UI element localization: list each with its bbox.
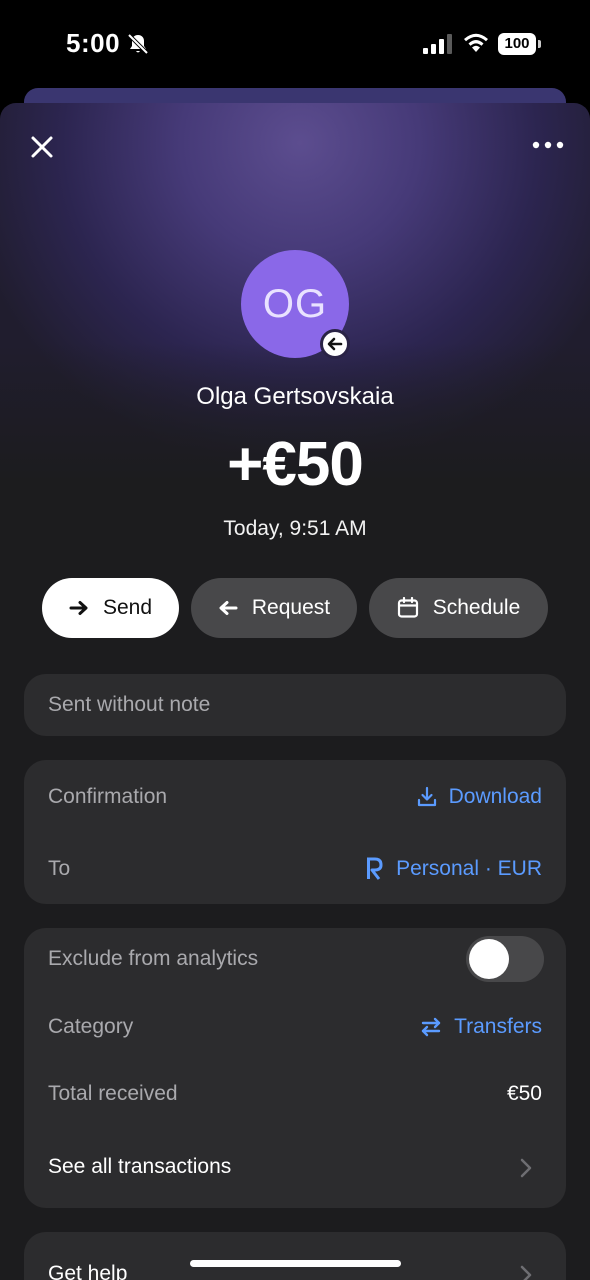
wifi-icon: [464, 33, 488, 52]
category-link[interactable]: Transfers: [420, 1015, 542, 1039]
get-help-card[interactable]: Get help: [24, 1232, 566, 1280]
get-help-label: Get help: [48, 1262, 128, 1280]
see-all-transactions-link[interactable]: See all transactions: [48, 1155, 231, 1179]
total-received-value: €50: [506, 1082, 542, 1105]
category-label: Category: [48, 1015, 134, 1038]
download-label: Download: [448, 785, 542, 808]
note-text: Sent without note: [48, 693, 211, 716]
transfer-arrows-icon: [421, 1017, 441, 1037]
confirmation-label: Confirmation: [48, 785, 168, 808]
download-link[interactable]: Download: [417, 785, 542, 809]
transaction-timestamp: Today, 9:51 AM: [223, 517, 367, 540]
revolut-logo-icon: [367, 857, 383, 880]
home-indicator[interactable]: [190, 1260, 401, 1267]
status-time: 5:00: [66, 28, 121, 58]
send-button-label: Send: [102, 596, 153, 619]
send-button[interactable]: Send: [42, 578, 179, 638]
status-bar: 5:00 100: [0, 0, 590, 88]
battery-level: 100: [498, 33, 536, 55]
to-label: To: [48, 857, 71, 880]
arrow-left-icon: [320, 329, 350, 359]
battery-nub: [538, 40, 541, 48]
request-button-label: Request: [251, 596, 331, 619]
calendar-icon: [397, 597, 418, 618]
category-value: Transfers: [454, 1015, 542, 1038]
signal-icon: [423, 34, 452, 54]
download-icon: [417, 786, 436, 807]
arrow-right-icon: [69, 601, 88, 615]
arrow-left-icon: [219, 601, 238, 615]
total-received-label: Total received: [48, 1082, 178, 1105]
schedule-button-label: Schedule: [432, 596, 521, 619]
to-account-link[interactable]: Personal · EUR: [364, 857, 542, 881]
bell-slash-icon: [127, 33, 149, 55]
analytics-card: Exclude from analytics Category Transfer…: [24, 928, 566, 1208]
to-account-label: Personal · EUR: [396, 857, 542, 880]
chevron-right-icon: [520, 1158, 532, 1178]
close-icon[interactable]: [26, 131, 58, 163]
chevron-right-icon: [520, 1265, 532, 1280]
battery-icon: 100: [498, 33, 542, 55]
toggle-knob: [469, 939, 509, 979]
more-icon[interactable]: [528, 135, 568, 155]
note-card[interactable]: Sent without note: [24, 674, 566, 736]
schedule-button[interactable]: Schedule: [369, 578, 548, 638]
request-button[interactable]: Request: [191, 578, 357, 638]
exclude-analytics-toggle[interactable]: [466, 936, 544, 982]
transaction-sheet: OG Olga Gertsovskaia +€50 Today, 9:51 AM…: [0, 103, 590, 1280]
transaction-amount: +€50: [227, 430, 364, 499]
details-card: Confirmation Download To Personal · EUR: [24, 760, 566, 904]
contact-name: Olga Gertsovskaia: [196, 383, 394, 410]
exclude-analytics-label: Exclude from analytics: [48, 947, 259, 970]
